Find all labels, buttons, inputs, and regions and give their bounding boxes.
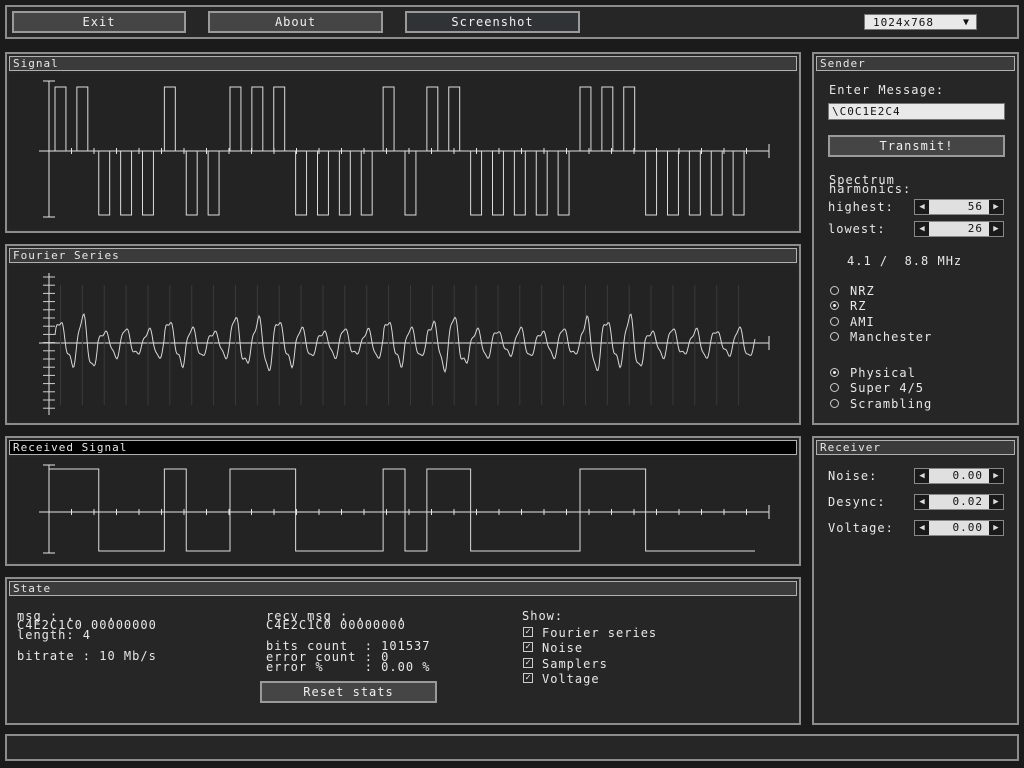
encoding-manchester-radio[interactable] xyxy=(830,332,839,341)
fourier-panel: Fourier Series xyxy=(5,244,801,425)
lowest-value: 26 xyxy=(967,222,983,235)
received-waveform xyxy=(39,464,770,554)
transmit-button[interactable]: Transmit! xyxy=(828,135,1005,157)
noise-value: 0.00 xyxy=(952,469,983,482)
fourier-series-checkbox[interactable]: ✓ xyxy=(523,627,533,637)
encoding-ami-label: AMI xyxy=(850,315,875,329)
received-plot xyxy=(9,457,797,562)
status-bar xyxy=(5,734,1019,761)
received-trace xyxy=(49,468,755,552)
exit-button[interactable]: Exit xyxy=(12,11,186,33)
message-input[interactable]: \C0C1E2C4 xyxy=(828,103,1005,120)
sender-panel-title: Sender xyxy=(816,56,1015,71)
noise-label: Noise: xyxy=(828,469,878,483)
bitrate-line: bitrate : 10 Mb/s xyxy=(17,649,157,663)
layer-super45-label: Super 4/5 xyxy=(850,381,925,395)
signal-waveform xyxy=(39,80,770,218)
noise-checkbox[interactable]: ✓ xyxy=(523,642,533,652)
enter-message-label: Enter Message: xyxy=(829,83,945,97)
chevron-down-icon: ▼ xyxy=(963,17,971,28)
reset-stats-button[interactable]: Reset stats xyxy=(260,681,437,703)
signal-plot xyxy=(9,73,797,229)
voltage-show-label: Voltage xyxy=(542,672,600,686)
lowest-stepper[interactable]: ◀ 26 ▶ xyxy=(914,221,1004,237)
signal-panel-title: Signal xyxy=(9,56,797,71)
left-arrow-icon[interactable]: ◀ xyxy=(915,469,929,483)
encoding-manchester-label: Manchester xyxy=(850,330,933,344)
recv-hex: C4E2C1C0 00000000 xyxy=(266,618,406,632)
highest-label: highest: xyxy=(828,200,894,214)
fourier-series-label: Fourier series xyxy=(542,626,658,640)
voltage-checkbox[interactable]: ✓ xyxy=(523,673,533,683)
message-input-value: \C0C1E2C4 xyxy=(832,105,901,118)
encoding-rz-radio[interactable] xyxy=(830,301,839,310)
samplers-checkbox[interactable]: ✓ xyxy=(523,658,533,668)
fourier-plot xyxy=(9,265,797,421)
desync-label: Desync: xyxy=(828,495,886,509)
desync-stepper[interactable]: ◀ 0.02 ▶ xyxy=(914,494,1004,510)
layer-super45-radio[interactable] xyxy=(830,383,839,392)
resolution-value: 1024x768 xyxy=(873,16,934,29)
left-arrow-icon[interactable]: ◀ xyxy=(915,495,929,509)
encoding-nrz-label: NRZ xyxy=(850,284,875,298)
right-arrow-icon[interactable]: ▶ xyxy=(989,222,1003,236)
fourier-waveform xyxy=(39,273,770,415)
received-panel-title: Received Signal xyxy=(9,440,797,455)
encoding-ami-radio[interactable] xyxy=(830,317,839,326)
length-line: length: 4 xyxy=(17,628,92,642)
desync-value: 0.02 xyxy=(952,495,983,508)
encoding-rz-label: RZ xyxy=(850,299,867,313)
frequency-range: 4.1 / 8.8 MHz xyxy=(847,254,963,268)
voltage-stepper[interactable]: ◀ 0.00 ▶ xyxy=(914,520,1004,536)
noise-label: Noise xyxy=(542,641,584,655)
right-arrow-icon[interactable]: ▶ xyxy=(989,495,1003,509)
left-arrow-icon[interactable]: ◀ xyxy=(915,521,929,535)
right-arrow-icon[interactable]: ▶ xyxy=(989,469,1003,483)
receiver-panel: Receiver Noise: ◀ 0.00 ▶ Desync: ◀ 0.02 … xyxy=(812,436,1019,725)
error-percent-line: error % : 0.00 % xyxy=(266,660,431,674)
layer-scrambling-radio[interactable] xyxy=(830,399,839,408)
lowest-label: lowest: xyxy=(828,222,886,236)
harmonics-label: harmonics: xyxy=(829,182,912,196)
voltage-value: 0.00 xyxy=(952,521,983,534)
receiver-panel-title: Receiver xyxy=(816,440,1015,455)
fourier-panel-title: Fourier Series xyxy=(9,248,797,263)
right-arrow-icon[interactable]: ▶ xyxy=(989,521,1003,535)
noise-stepper[interactable]: ◀ 0.00 ▶ xyxy=(914,468,1004,484)
layer-physical-radio[interactable] xyxy=(830,368,839,377)
left-arrow-icon[interactable]: ◀ xyxy=(915,200,929,214)
state-panel: State msg : , , C4E2C1C0 00000000 length… xyxy=(5,577,801,725)
highest-stepper[interactable]: ◀ 56 ▶ xyxy=(914,199,1004,215)
highest-value: 56 xyxy=(967,200,983,213)
samplers-label: Samplers xyxy=(542,657,608,671)
about-button[interactable]: About xyxy=(208,11,383,33)
left-arrow-icon[interactable]: ◀ xyxy=(915,222,929,236)
voltage-label: Voltage: xyxy=(828,521,894,535)
layer-physical-label: Physical xyxy=(850,366,916,380)
received-panel: Received Signal xyxy=(5,436,801,566)
signal-panel: Signal xyxy=(5,52,801,233)
screenshot-button[interactable]: Screenshot xyxy=(405,11,580,33)
show-label: Show: xyxy=(522,609,564,623)
resolution-dropdown[interactable]: 1024x768 ▼ xyxy=(864,14,977,30)
encoding-nrz-radio[interactable] xyxy=(830,286,839,295)
sender-panel: Sender Enter Message: \C0C1E2C4 Transmit… xyxy=(812,52,1019,425)
right-arrow-icon[interactable]: ▶ xyxy=(989,200,1003,214)
state-panel-title: State xyxy=(9,581,797,596)
layer-scrambling-label: Scrambling xyxy=(850,397,933,411)
